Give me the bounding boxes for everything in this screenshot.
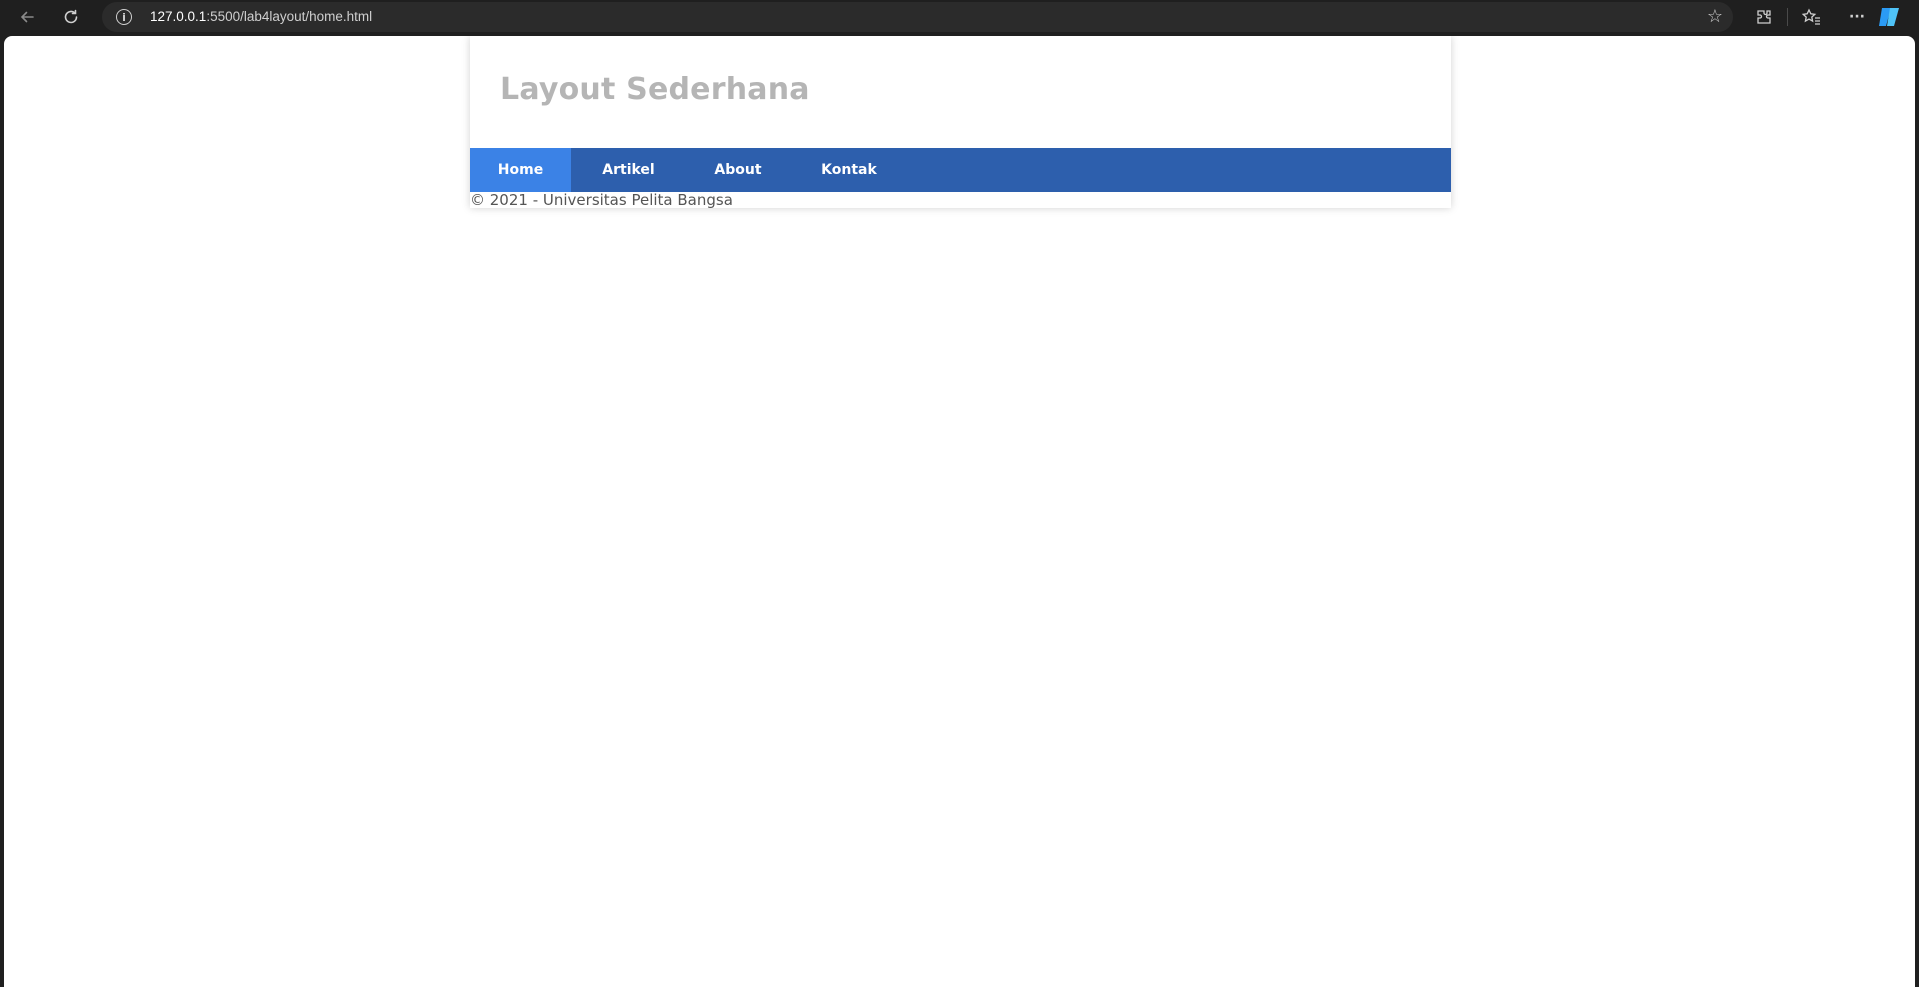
nav-home[interactable]: Home [470, 148, 571, 192]
url-host: 127.0.0.1 [150, 9, 207, 24]
browser-toolbar: i 127.0.0.1:5500/lab4layout/home.html ☆ … [0, 0, 1919, 34]
site-title: Layout Sederhana [500, 72, 810, 107]
extensions-icon[interactable] [1752, 5, 1776, 29]
reload-icon[interactable] [57, 3, 85, 31]
url-path: :5500/lab4layout/home.html [206, 9, 373, 24]
nav-about[interactable]: About [686, 148, 790, 192]
site-info-icon[interactable]: i [116, 9, 132, 25]
back-icon[interactable] [13, 3, 41, 31]
favorites-icon[interactable] [1799, 5, 1823, 29]
copilot-icon[interactable] [1876, 6, 1902, 28]
more-icon[interactable]: ··· [1845, 5, 1869, 29]
address-bar[interactable]: i 127.0.0.1:5500/lab4layout/home.html ☆ [102, 2, 1733, 32]
site-header: Layout Sederhana [470, 36, 1451, 148]
layout-container: Layout Sederhana Home Artikel About Kont… [470, 36, 1451, 209]
url-text[interactable]: 127.0.0.1:5500/lab4layout/home.html [150, 9, 372, 24]
toolbar-divider [1787, 8, 1788, 26]
site-footer: © 2021 - Universitas Pelita Bangsa [470, 191, 733, 209]
favorite-star-icon[interactable]: ☆ [1707, 6, 1723, 27]
nav-artikel[interactable]: Artikel [571, 148, 686, 192]
nav-kontak[interactable]: Kontak [790, 148, 908, 192]
main-nav: Home Artikel About Kontak [470, 148, 1451, 192]
page-viewport: Layout Sederhana Home Artikel About Kont… [4, 36, 1915, 987]
